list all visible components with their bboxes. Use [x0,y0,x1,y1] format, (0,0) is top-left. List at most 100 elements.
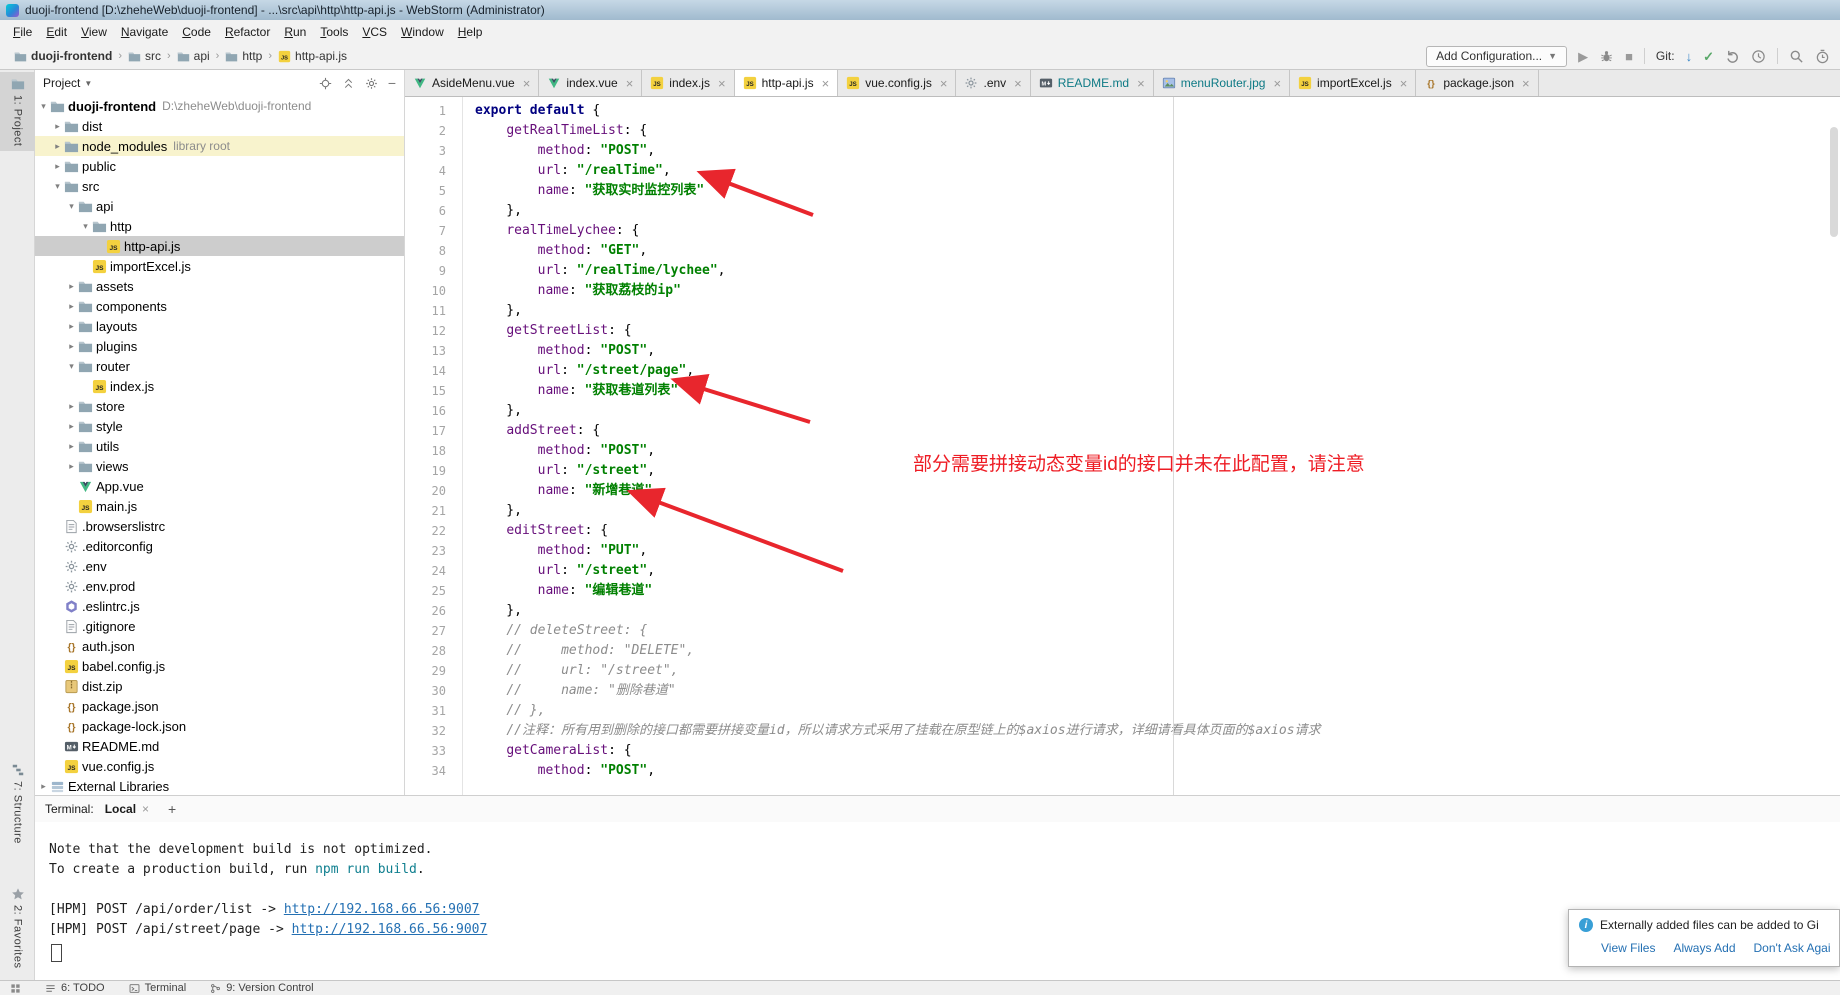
tree-item-app-vue[interactable]: App.vue [35,476,404,496]
code-line[interactable]: }, [475,401,1840,421]
tree-item-env[interactable]: .env [35,556,404,576]
close-icon[interactable]: × [940,76,948,91]
tree-item-api[interactable]: ▾api [35,196,404,216]
tree-item-components[interactable]: ▸components [35,296,404,316]
code-line[interactable]: url: "/street/page", [475,361,1840,381]
tab-package-json[interactable]: {}package.json× [1416,70,1538,96]
tree-item-index-js[interactable]: JSindex.js [35,376,404,396]
chevron-right-icon[interactable]: ▸ [65,461,78,472]
chevron-right-icon[interactable]: ▸ [65,301,78,312]
gear-icon[interactable] [365,77,378,90]
tab-vue-config-js[interactable]: JSvue.config.js× [838,70,956,96]
code-line[interactable]: // method: "DELETE", [475,641,1840,661]
code-line[interactable]: method: "GET", [475,241,1840,261]
notification-action-view-files[interactable]: View Files [1601,941,1655,955]
code-line[interactable]: method: "POST", [475,341,1840,361]
chevron-right-icon[interactable]: ▸ [51,161,64,172]
tab-http-api-js[interactable]: JShttp-api.js× [735,70,839,96]
tree-item-package-lock-json[interactable]: {}package-lock.json [35,716,404,736]
tab-index-vue[interactable]: index.vue× [539,70,642,96]
tool-button-project[interactable]: 1: Project [0,72,35,151]
tool-button-structure[interactable]: 7: Structure [0,758,35,849]
tree-item-auth-json[interactable]: {}auth.json [35,636,404,656]
close-icon[interactable]: × [1014,76,1022,91]
code-line[interactable]: // }, [475,701,1840,721]
chevron-right-icon[interactable]: ▸ [65,441,78,452]
terminal-link[interactable]: http://192.168.66.56:9007 [284,902,480,917]
editor-scrollbar[interactable] [1830,127,1838,237]
tree-item-assets[interactable]: ▸assets [35,276,404,296]
chevron-right-icon[interactable]: ▸ [37,781,50,792]
tab-readme-md[interactable]: MREADME.md× [1031,70,1154,96]
chevron-right-icon[interactable]: ▸ [51,141,64,152]
git-rollback-icon[interactable] [1725,49,1740,64]
tab-index-js[interactable]: JSindex.js× [642,70,734,96]
close-icon[interactable]: × [718,76,726,91]
code-line[interactable]: url: "/realTime/lychee", [475,261,1840,281]
tree-item-http[interactable]: ▾http [35,216,404,236]
code-line[interactable]: getRealTimeList: { [475,121,1840,141]
menu-item-window[interactable]: Window [394,22,451,42]
notification-action-always-add[interactable]: Always Add [1673,941,1735,955]
breadcrumb-item-src[interactable]: src [126,49,163,63]
code-line[interactable]: getStreetList: { [475,321,1840,341]
code-line[interactable]: name: "新增巷道" [475,481,1840,501]
history-icon[interactable] [1751,49,1766,64]
tab-importexcel-js[interactable]: JSimportExcel.js× [1290,70,1416,96]
add-configuration-button[interactable]: Add Configuration...▼ [1426,46,1567,67]
menu-item-navigate[interactable]: Navigate [114,22,175,42]
code-line[interactable]: export default { [475,101,1840,121]
editor-body[interactable]: 1234567891011121314151617181920212223242… [405,97,1840,795]
chevron-right-icon[interactable]: ▸ [65,341,78,352]
chevron-right-icon[interactable]: ▸ [65,321,78,332]
chevron-down-icon[interactable]: ▾ [51,181,64,192]
tree-item-readme-md[interactable]: MREADME.md [35,736,404,756]
menu-item-tools[interactable]: Tools [313,22,355,42]
tree-item-vue-config-js[interactable]: JSvue.config.js [35,756,404,776]
menu-item-file[interactable]: File [6,22,39,42]
code-line[interactable]: }, [475,601,1840,621]
code-line[interactable]: method: "POST", [475,141,1840,161]
menu-item-run[interactable]: Run [277,22,313,42]
debug-icon[interactable] [1599,49,1614,64]
tree-item-package-json[interactable]: {}package.json [35,696,404,716]
tree-item-dist-zip[interactable]: dist.zip [35,676,404,696]
tree-item-public[interactable]: ▸public [35,156,404,176]
code-line[interactable]: realTimeLychee: { [475,221,1840,241]
chevron-right-icon[interactable]: ▸ [51,121,64,132]
code-line[interactable]: editStreet: { [475,521,1840,541]
tree-item-importexcel-js[interactable]: JSimportExcel.js [35,256,404,276]
code-line[interactable]: url: "/realTime", [475,161,1840,181]
status-item-9-version-control[interactable]: 9: Version Control [210,982,313,994]
code-line[interactable]: method: "PUT", [475,541,1840,561]
tree-item-layouts[interactable]: ▸layouts [35,316,404,336]
tree-item-external-libraries[interactable]: ▸External Libraries [35,776,404,795]
breadcrumb-item-duoji-frontend[interactable]: duoji-frontend [12,49,114,63]
close-icon[interactable]: × [523,76,531,91]
tree-item-duoji-frontend[interactable]: ▾duoji-frontendD:\zheheWeb\duoji-fronten… [35,96,404,116]
menu-item-code[interactable]: Code [175,22,218,42]
search-everywhere-icon[interactable] [1789,49,1804,64]
code-line[interactable]: // url: "/street", [475,661,1840,681]
tree-item-views[interactable]: ▸views [35,456,404,476]
menu-item-view[interactable]: View [74,22,114,42]
status-item-terminal[interactable]: Terminal [129,982,187,994]
chevron-right-icon[interactable]: ▸ [65,401,78,412]
terminal-tab-local[interactable]: Local × [100,802,154,816]
chevron-right-icon[interactable]: ▸ [65,421,78,432]
tree-item-plugins[interactable]: ▸plugins [35,336,404,356]
tree-item-src[interactable]: ▾src [35,176,404,196]
menu-item-vcs[interactable]: VCS [355,22,394,42]
tree-item-style[interactable]: ▸style [35,416,404,436]
breadcrumb-item-http[interactable]: http [223,49,264,63]
code-line[interactable]: }, [475,201,1840,221]
menu-item-refactor[interactable]: Refactor [218,22,277,42]
code-line[interactable]: method: "POST", [475,761,1840,781]
close-icon[interactable]: × [822,76,830,91]
chevron-down-icon[interactable]: ▼ [84,79,92,88]
menu-item-help[interactable]: Help [451,22,490,42]
tab-asidemenu-vue[interactable]: AsideMenu.vue× [405,70,539,96]
hide-panel-icon[interactable]: − [388,75,396,91]
tree-item-dist[interactable]: ▸dist [35,116,404,136]
tree-item-gitignore[interactable]: .gitignore [35,616,404,636]
